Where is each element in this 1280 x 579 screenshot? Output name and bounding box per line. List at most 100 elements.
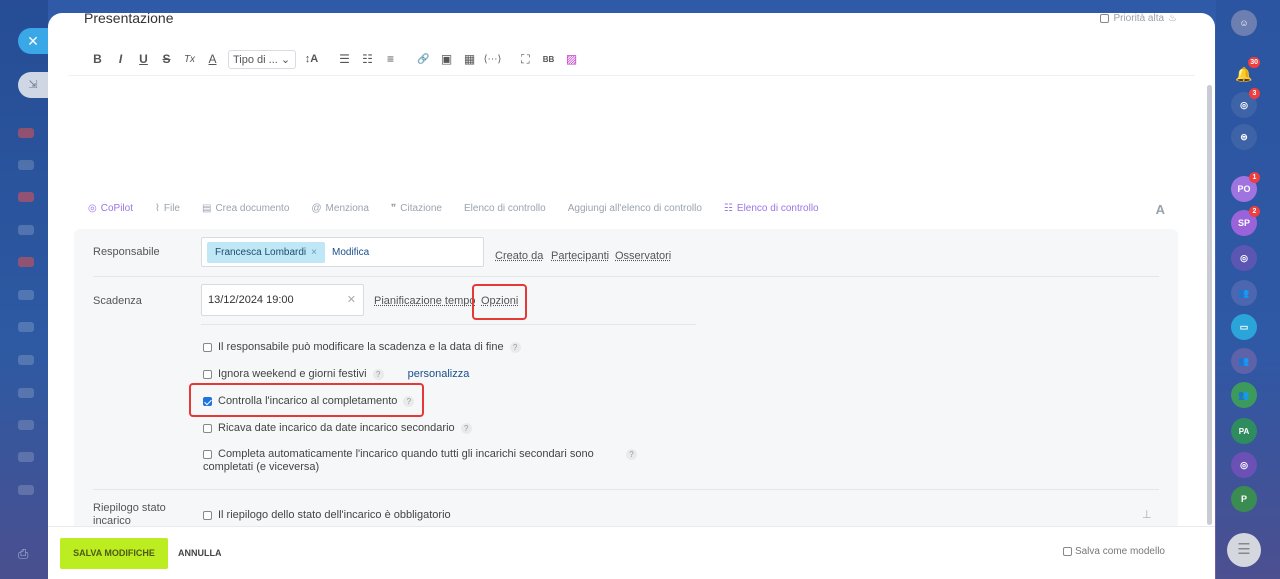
at-icon: @ — [311, 203, 322, 214]
riepilogo-row[interactable]: Il riepilogo dello stato dell'incarico è… — [203, 509, 451, 521]
chat-avatar[interactable]: PO 1 — [1231, 172, 1260, 202]
menu-item-ghost — [18, 160, 34, 170]
option-row[interactable]: Ricava date incarico da date incarico se… — [203, 422, 472, 434]
chat-avatar[interactable]: PA — [1231, 418, 1257, 444]
menu-item-ghost — [18, 452, 34, 462]
option-row[interactable]: Il responsabile può modificare la scaden… — [203, 341, 521, 353]
underline-button[interactable]: U — [132, 52, 155, 66]
search-chat-icon[interactable]: ⊜ — [1231, 124, 1257, 150]
bullet-list-icon[interactable]: ☷ — [356, 52, 379, 66]
image-icon[interactable]: ▣ — [435, 52, 458, 66]
flame-icon: ♨ — [1168, 13, 1177, 24]
menu-item-ghost — [18, 388, 34, 398]
priority-toggle[interactable]: Priorità alta ♨ — [1100, 13, 1177, 24]
scrollbar[interactable] — [1207, 85, 1212, 525]
save-template-toggle[interactable]: Salva come modello — [1062, 546, 1165, 557]
bell-icon[interactable]: 🔔 30 — [1231, 57, 1260, 87]
option-label-continued: completati (e viceversa) — [203, 461, 320, 473]
strikethrough-button[interactable]: S — [155, 52, 178, 66]
pin-icon[interactable]: ⊥ — [1142, 508, 1152, 521]
divider — [93, 489, 1159, 490]
chat-bubble-icon[interactable]: ▭ — [1231, 314, 1257, 340]
personalizza-link[interactable]: personalizza — [408, 368, 470, 380]
fullscreen-icon[interactable]: ⛶ — [514, 52, 537, 67]
checklist-button[interactable]: Elenco di controllo — [464, 203, 546, 214]
font-color-button[interactable]: A — [201, 52, 224, 66]
collapse-icon[interactable]: ⇲ — [18, 72, 48, 98]
menu-item-ghost — [18, 290, 34, 300]
add-to-checklist-button[interactable]: Aggiungi all'elenco di controllo — [568, 203, 702, 214]
priority-label: Priorità alta — [1113, 13, 1165, 24]
remove-icon[interactable]: × — [311, 247, 317, 258]
menu-item-ghost — [18, 322, 34, 332]
template-checkbox[interactable] — [1062, 547, 1072, 556]
copilot-button[interactable]: ◎ CoPilot — [88, 203, 133, 214]
option-checkbox[interactable] — [203, 449, 212, 459]
font-family-select[interactable]: Tipo di ... ⌄ — [228, 49, 296, 69]
group-chat-icon[interactable]: 👥 — [1231, 382, 1257, 408]
align-icon[interactable]: ≡ — [379, 52, 402, 66]
partecipanti-link[interactable]: Partecipanti — [551, 250, 609, 262]
option-row[interactable]: Completa automaticamente l'incarico quan… — [203, 448, 594, 460]
close-slider-button[interactable]: ✕ — [18, 28, 48, 54]
checklist-icon: ☷ — [723, 203, 733, 214]
modifica-link[interactable]: Modifica — [332, 247, 369, 258]
group-chat-icon[interactable]: 👥 — [1231, 280, 1257, 306]
user-chip[interactable]: Francesca Lombardi × — [207, 242, 325, 263]
document-icon: ▤ — [202, 203, 212, 214]
menu-icon[interactable]: ☰ — [1227, 533, 1261, 567]
menu-item-ghost — [18, 355, 34, 365]
cancel-button[interactable]: ANNULLA — [178, 548, 222, 558]
code-icon[interactable]: ⟨⋯⟩ — [481, 54, 504, 65]
quote-button[interactable]: ❞ Citazione — [391, 203, 442, 214]
chat-avatar[interactable]: P — [1231, 486, 1257, 512]
help-icon[interactable]: ? — [460, 422, 472, 434]
numbered-list-icon[interactable]: ☰ — [333, 52, 356, 66]
help-icon[interactable]: ? — [372, 368, 384, 380]
highlight-controlla — [189, 383, 424, 417]
highlight-opzioni — [472, 284, 527, 320]
file-button[interactable]: ⌇ File — [155, 203, 180, 214]
user-avatar[interactable]: ☺ — [1231, 10, 1257, 36]
font-toggle-button[interactable]: A — [1156, 202, 1165, 217]
riepilogo-checkbox[interactable] — [203, 510, 212, 520]
creato-da-link[interactable]: Creato da — [495, 250, 543, 262]
clear-format-button[interactable]: Tx — [178, 54, 201, 65]
print-icon[interactable]: ⎙ — [18, 546, 32, 561]
italic-button[interactable]: I — [109, 52, 132, 66]
osservatori-link[interactable]: Osservatori — [615, 250, 671, 262]
chat-avatar[interactable]: SP 2 — [1231, 206, 1260, 236]
bbcode-icon[interactable]: BB — [537, 55, 560, 64]
option-row[interactable]: Ignora weekend e giorni festivi? personal… — [203, 368, 469, 380]
menu-item-ghost — [18, 485, 34, 495]
responsabile-field[interactable]: Francesca Lombardi × Modifica — [201, 237, 484, 267]
menu-item-ghost — [18, 257, 34, 267]
font-size-button[interactable]: ↕A — [300, 53, 323, 65]
task-edit-panel: Presentazione Priorità alta ♨ B I U S Tx… — [48, 13, 1215, 579]
checklist-ai-button[interactable]: ☷ Elenco di controllo — [724, 203, 819, 214]
help-icon[interactable]: ? — [626, 449, 637, 460]
option-checkbox[interactable] — [203, 423, 212, 433]
task-title[interactable]: Presentazione — [84, 13, 174, 26]
task-settings: Responsabile Francesca Lombardi × Modific… — [74, 229, 1178, 549]
link-icon[interactable]: 🔗 — [412, 54, 435, 65]
riepilogo-label: Riepilogo stato incarico — [93, 502, 166, 527]
group-chat-icon[interactable]: 👥 — [1231, 348, 1257, 374]
bold-button[interactable]: B — [86, 52, 109, 66]
create-document-button[interactable]: ▤ Crea documento — [202, 203, 289, 214]
mention-button[interactable]: @ Menziona — [311, 203, 369, 214]
priority-checkbox[interactable] — [1100, 14, 1110, 23]
divider — [93, 276, 1159, 277]
clear-icon[interactable]: ✕ — [347, 293, 356, 306]
table-icon[interactable]: ▦ — [458, 52, 481, 66]
help-icon[interactable]: ? — [509, 341, 521, 353]
copilot-chat-icon[interactable]: ◎ — [1231, 245, 1257, 271]
option-checkbox[interactable] — [203, 342, 212, 352]
option-checkbox[interactable] — [203, 369, 212, 379]
copilot-chat-icon[interactable]: ◎ — [1231, 452, 1257, 478]
copilot-image-icon[interactable]: ▨ — [560, 52, 583, 66]
pianificazione-link[interactable]: Pianificazione tempo — [374, 295, 476, 307]
save-button[interactable]: SALVA MODIFICHE — [60, 538, 168, 569]
deadline-input[interactable]: 13/12/2024 19:00 ✕ — [201, 284, 364, 316]
activity-icon[interactable]: ◎ 3 — [1231, 88, 1260, 118]
